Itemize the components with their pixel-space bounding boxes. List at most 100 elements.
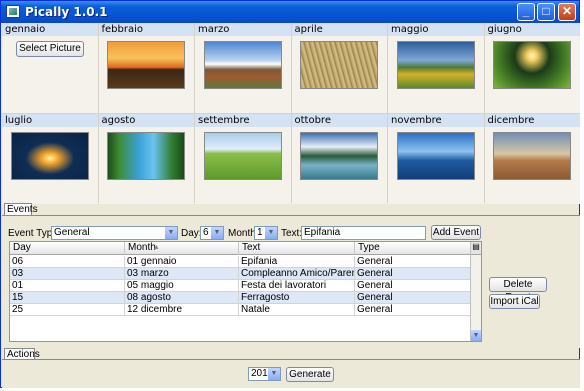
cell-month: 05 maggio	[125, 280, 239, 292]
column-control-icon[interactable]: ▤	[471, 242, 481, 255]
cell-month: 08 agosto	[125, 292, 239, 304]
table-row[interactable]: 15 08 agosto Ferragosto General	[10, 292, 471, 304]
month-cell-settembre[interactable]: settembre	[195, 114, 291, 204]
cell-type: General	[355, 256, 471, 268]
month-cell-dicembre[interactable]: dicembre	[484, 114, 580, 204]
month-label: settembre	[195, 114, 291, 127]
select-picture-button[interactable]: Select Picture	[16, 41, 84, 57]
month-picture[interactable]	[107, 132, 186, 180]
add-event-button[interactable]: Add Event	[431, 225, 481, 240]
month-cell-gennaio[interactable]: gennaio Select Picture	[2, 23, 98, 113]
month-picture[interactable]	[300, 132, 379, 180]
column-header-label: Month	[128, 242, 156, 253]
month-cell-novembre[interactable]: novembre	[388, 114, 484, 204]
day-select[interactable]: 6 ▼	[200, 226, 224, 240]
close-button[interactable]: ✕	[558, 3, 576, 21]
month-label: aprile	[291, 23, 387, 36]
month-label: ottobre	[291, 114, 387, 127]
month-select[interactable]: 1 ▼	[254, 226, 278, 240]
month-picture[interactable]	[107, 41, 186, 89]
cell-month: 01 gennaio	[125, 256, 239, 268]
month-label: agosto	[98, 114, 194, 127]
cell-day: 01	[10, 280, 125, 292]
month-picture[interactable]	[203, 41, 282, 89]
chevron-down-icon[interactable]: ▼	[265, 227, 277, 239]
month-label: dicembre	[484, 114, 580, 127]
window-title: Pically 1.0.1	[25, 5, 108, 19]
cell-text: Compleanno Amico/Parente	[239, 268, 355, 280]
cell-type: General	[355, 268, 471, 280]
table-header: Day Month ▲ Text Type	[10, 242, 471, 255]
generate-button[interactable]: Generate	[286, 367, 334, 382]
chevron-down-icon[interactable]: ▼	[211, 227, 223, 239]
column-header-month[interactable]: Month ▲	[125, 242, 239, 255]
month-label: luglio	[2, 114, 98, 127]
actions-panel: 2014 ▼ Generate	[2, 359, 580, 388]
month-cell-luglio[interactable]: luglio	[2, 114, 98, 204]
cell-month: 03 marzo	[125, 268, 239, 280]
title-bar[interactable]: Pically 1.0.1 _ □ ✕	[1, 1, 579, 23]
day-label: Day:	[181, 228, 202, 239]
app-window: Pically 1.0.1 _ □ ✕ gennaio Select Pictu…	[0, 0, 580, 388]
scroll-down-icon[interactable]: ▼	[471, 330, 481, 341]
event-type-value: General	[54, 227, 90, 238]
cell-type: General	[355, 280, 471, 292]
month-label: febbraio	[98, 23, 194, 36]
column-header-day[interactable]: Day	[10, 242, 125, 255]
table-row[interactable]: 01 05 maggio Festa dei lavoratori Genera…	[10, 280, 471, 292]
month-cell-giugno[interactable]: giugno	[484, 23, 580, 113]
month-picture[interactable]	[10, 132, 89, 180]
month-picture[interactable]	[493, 41, 572, 89]
text-input[interactable]: Epifania	[301, 226, 426, 240]
month-cell-marzo[interactable]: marzo	[195, 23, 291, 113]
table-row[interactable]: 03 03 marzo Compleanno Amico/Parente Gen…	[10, 268, 471, 280]
cell-day: 15	[10, 292, 125, 304]
column-header-type[interactable]: Type	[355, 242, 471, 255]
month-cell-aprile[interactable]: aprile	[291, 23, 387, 113]
cell-type: General	[355, 292, 471, 304]
month-label: giugno	[484, 23, 580, 36]
month-picture[interactable]	[396, 41, 475, 89]
cell-day: 03	[10, 268, 125, 280]
month-picture[interactable]	[300, 41, 379, 89]
cell-day: 06	[10, 256, 125, 268]
chevron-down-icon[interactable]: ▼	[165, 227, 177, 239]
vertical-scrollbar[interactable]: ▤ ▼	[470, 242, 481, 341]
month-cell-febbraio[interactable]: febbraio	[98, 23, 194, 113]
month-picture[interactable]	[493, 132, 572, 180]
month-cell-maggio[interactable]: maggio	[388, 23, 484, 113]
day-value: 6	[203, 227, 209, 238]
chevron-down-icon[interactable]: ▼	[268, 368, 280, 380]
table-row[interactable]: 06 01 gennaio Epifania General	[10, 256, 471, 268]
month-picture[interactable]	[396, 132, 475, 180]
month-label: novembre	[388, 114, 484, 127]
delete-event-button[interactable]: Delete Event	[489, 277, 547, 303]
cell-text: Festa dei lavoratori	[239, 280, 355, 292]
events-panel: Event Type: General ▼ Day: 6 ▼ Month: 1 …	[2, 215, 580, 348]
event-type-select[interactable]: General ▼	[51, 226, 178, 240]
month-label: marzo	[195, 23, 291, 36]
cell-text: Natale	[239, 304, 355, 316]
table-row[interactable]: 25 12 dicembre Natale General	[10, 304, 471, 316]
cell-text: Ferragosto	[239, 292, 355, 304]
month-picture[interactable]	[203, 132, 282, 180]
text-label: Text:	[281, 228, 303, 239]
month-label: maggio	[388, 23, 484, 36]
month-cell-ottobre[interactable]: ottobre	[291, 114, 387, 204]
column-header-text[interactable]: Text	[239, 242, 355, 255]
maximize-button[interactable]: □	[537, 3, 555, 21]
cell-text: Epifania	[239, 256, 355, 268]
cell-month: 12 dicembre	[125, 304, 239, 316]
month-value: 1	[257, 227, 263, 238]
import-ical-button[interactable]: Import iCal	[489, 294, 540, 309]
month-cell-agosto[interactable]: agosto	[98, 114, 194, 204]
sort-ascending-icon: ▲	[153, 244, 160, 251]
events-table[interactable]: Day Month ▲ Text Type 06 01 gennaio Epif…	[9, 241, 482, 342]
app-icon	[6, 5, 20, 18]
cell-type: General	[355, 304, 471, 316]
minimize-button[interactable]: _	[517, 3, 535, 21]
month-grid: gennaio Select Picture febbraio marzo ap…	[2, 23, 580, 204]
month-label: gennaio	[2, 23, 98, 36]
year-select[interactable]: 2014 ▼	[248, 367, 281, 381]
cell-day: 25	[10, 304, 125, 316]
